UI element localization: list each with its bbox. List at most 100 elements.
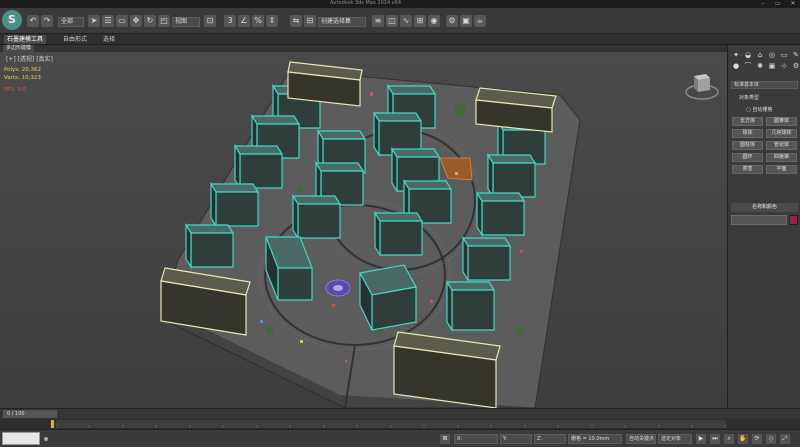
- motion-icon[interactable]: ◎: [767, 51, 777, 60]
- hierarchy-icon[interactable]: ⌂: [755, 51, 765, 60]
- z-coord-field[interactable]: Z:: [534, 434, 566, 444]
- shapes-icon[interactable]: ⌒: [743, 62, 753, 71]
- orbit-icon[interactable]: ⟳: [752, 434, 762, 444]
- z-label: Z:: [537, 436, 543, 442]
- viewcube-icon[interactable]: [684, 66, 720, 102]
- cone-button[interactable]: 圆锥体: [766, 117, 797, 126]
- fps-value: FPS: 0.0: [4, 87, 27, 93]
- y-label: Y:: [503, 436, 508, 442]
- torus-button[interactable]: 圆环: [732, 153, 763, 162]
- minimize-button[interactable]: –: [756, 0, 770, 8]
- display-icon[interactable]: ▭: [779, 51, 789, 60]
- redo-icon[interactable]: ↷: [41, 15, 53, 27]
- create-icon[interactable]: ✦: [731, 51, 741, 60]
- schematic-icon[interactable]: ⊞: [414, 15, 426, 27]
- named-selection-dropdown[interactable]: 创建选择集: [318, 17, 366, 27]
- ribbon-subbar: 多边形建模: [0, 45, 727, 52]
- object-name-field[interactable]: [731, 215, 787, 225]
- snap-icon[interactable]: 3: [224, 15, 236, 27]
- undo-icon[interactable]: ↶: [27, 15, 39, 27]
- helpers-icon[interactable]: ⊹: [779, 62, 789, 71]
- pan-icon[interactable]: ✋: [738, 434, 748, 444]
- x-coord-field[interactable]: X:: [454, 434, 498, 444]
- verts-value: 10,323: [21, 75, 41, 81]
- pivot-icon[interactable]: ⊡: [204, 15, 216, 27]
- curve-editor-icon[interactable]: ∿: [400, 15, 412, 27]
- render-icon[interactable]: ☕: [474, 15, 486, 27]
- tab-freeform[interactable]: 自由形式: [60, 35, 90, 44]
- y-coord-field[interactable]: Y:: [500, 434, 532, 444]
- select-icon[interactable]: ➤: [88, 15, 100, 27]
- rotate-icon[interactable]: ↻: [144, 15, 156, 27]
- rect-select-icon[interactable]: ▭: [116, 15, 128, 27]
- zoom-icon[interactable]: ⌕: [724, 434, 734, 444]
- auto-key-button[interactable]: 自动关键点: [626, 434, 656, 444]
- polys-label: Polys:: [4, 67, 20, 73]
- play-icon[interactable]: ▶: [696, 434, 706, 444]
- track-bar[interactable]: [0, 419, 800, 429]
- maxscript-listener[interactable]: [2, 432, 40, 445]
- angle-snap-icon[interactable]: ∠: [238, 15, 250, 27]
- title-bar: Autodesk 3ds Max 2014 x64 – ▭ ✕: [0, 0, 800, 8]
- maximize-button[interactable]: ▭: [771, 0, 785, 8]
- lights-icon[interactable]: ✺: [755, 62, 765, 71]
- utilities-icon[interactable]: ✎: [791, 51, 800, 60]
- command-panel: ✦ ◒ ⌂ ◎ ▭ ✎ ● ⌒ ✺ ▣ ⊹ ⚙ 标准基本体 对象类型 ▢ 自动栅…: [727, 45, 800, 408]
- geometry-icon[interactable]: ●: [731, 62, 741, 71]
- fov-icon[interactable]: ◇: [766, 434, 776, 444]
- move-icon[interactable]: ✥: [130, 15, 142, 27]
- graphite-icon[interactable]: ◫: [386, 15, 398, 27]
- autogrid-label: 自动栅格: [752, 107, 773, 113]
- tab-selection[interactable]: 选择: [100, 35, 118, 44]
- window-title: Autodesk 3ds Max 2014 x64: [330, 0, 402, 6]
- plane-button[interactable]: 平面: [766, 165, 797, 174]
- render-setup-icon[interactable]: ⚙: [446, 15, 458, 27]
- lock-icon[interactable]: ⊠: [440, 434, 450, 444]
- tube-button[interactable]: 管状体: [766, 141, 797, 150]
- app-window: Autodesk 3ds Max 2014 x64 – ▭ ✕ S ↶ ↷ 全部…: [0, 0, 800, 447]
- application-button[interactable]: S: [2, 10, 22, 30]
- grid-readout: 栅格 = 10.0mm: [568, 434, 622, 444]
- selection-filter-dropdown[interactable]: 全部: [58, 17, 84, 27]
- viewport-label[interactable]: [+] [透视] [真实]: [6, 54, 53, 63]
- main-toolbar: S ↶ ↷ 全部 ➤ ☰ ▭ ✥ ↻ ◰ 视图 ⊡ 3 ∠ % ⇕ ⇋ ⊟ 创建…: [0, 8, 800, 34]
- align-icon[interactable]: ⊟: [304, 15, 316, 27]
- systems-icon[interactable]: ⚙: [791, 62, 800, 71]
- selected-dropdown[interactable]: 选定对象: [658, 434, 692, 444]
- cameras-icon[interactable]: ▣: [767, 62, 777, 71]
- track-ticks: [55, 425, 726, 428]
- select-by-name-icon[interactable]: ☰: [102, 15, 114, 27]
- status-dot: [44, 437, 48, 441]
- scene-render: [0, 52, 727, 408]
- geosphere-button[interactable]: 几何球体: [766, 129, 797, 138]
- object-type-rollout[interactable]: 对象类型: [731, 93, 798, 103]
- render-frame-icon[interactable]: ▣: [460, 15, 472, 27]
- material-editor-icon[interactable]: ◉: [428, 15, 440, 27]
- time-slider[interactable]: 0 / 100: [3, 410, 57, 418]
- cylinder-button[interactable]: 圆柱体: [732, 141, 763, 150]
- mirror-icon[interactable]: ⇋: [290, 15, 302, 27]
- pyramid-button[interactable]: 四棱锥: [766, 153, 797, 162]
- name-color-rollout[interactable]: 名称和颜色: [731, 203, 798, 212]
- tab-graphite-modeling[interactable]: 石墨建模工具: [4, 35, 47, 44]
- close-button[interactable]: ✕: [786, 0, 800, 8]
- layer-icon[interactable]: ≡: [372, 15, 384, 27]
- sphere-button[interactable]: 球体: [732, 129, 763, 138]
- perspective-viewport[interactable]: [+] [透视] [真实] Polys: 20,362 Verts: 10,32…: [0, 52, 727, 408]
- reference-coord-dropdown[interactable]: 视图: [172, 17, 200, 27]
- teapot-button[interactable]: 茶壶: [732, 165, 763, 174]
- keyframe-marker[interactable]: [51, 420, 54, 428]
- track-area[interactable]: [55, 420, 726, 428]
- modify-icon[interactable]: ◒: [743, 51, 753, 60]
- scale-icon[interactable]: ◰: [158, 15, 170, 27]
- percent-snap-icon[interactable]: %: [252, 15, 264, 27]
- tab-polygon-modeling[interactable]: 多边形建模: [3, 45, 35, 52]
- autogrid-checkbox[interactable]: ▢ 自动栅格: [746, 106, 772, 113]
- box-button[interactable]: 长方体: [732, 117, 763, 126]
- spinner-snap-icon[interactable]: ⇕: [266, 15, 278, 27]
- verts-label: Verts:: [4, 75, 20, 81]
- category-dropdown[interactable]: 标准基本体: [731, 81, 798, 89]
- object-color-swatch[interactable]: [789, 215, 798, 225]
- maximize-viewport-icon[interactable]: ⤢: [780, 434, 790, 444]
- next-frame-icon[interactable]: ⏭: [710, 434, 720, 444]
